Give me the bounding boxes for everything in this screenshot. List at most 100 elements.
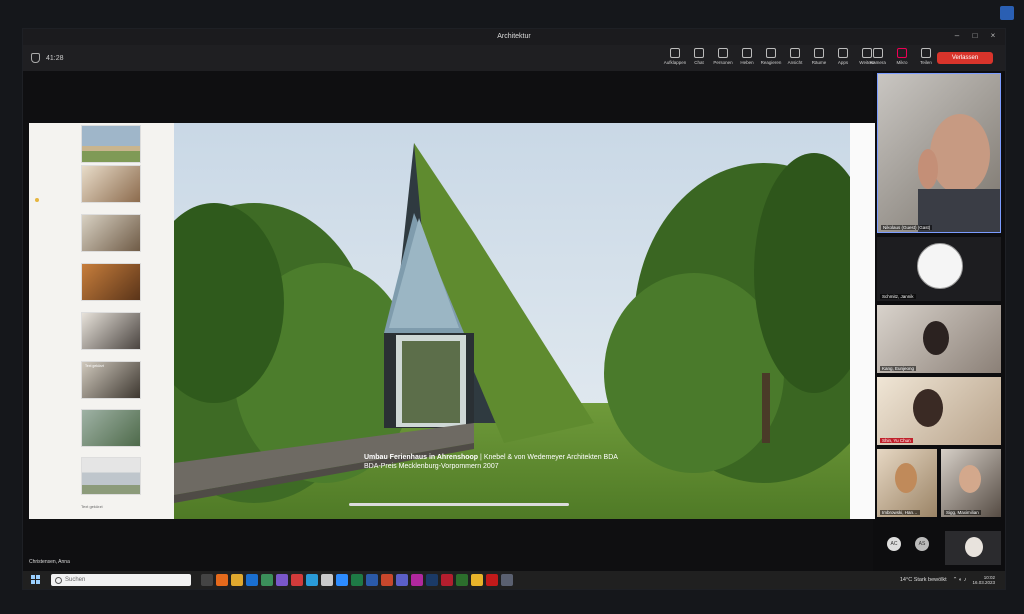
close-icon[interactable]: × (989, 32, 997, 40)
shield-icon[interactable] (31, 53, 40, 63)
slide-thumbnail[interactable] (81, 214, 141, 252)
app-icon[interactable] (306, 574, 318, 586)
slide-thumbnail[interactable] (81, 125, 141, 163)
share-icon (921, 48, 931, 58)
slide-thumbnail-panel: Text gekürzt Text gekürzt (29, 123, 179, 519)
participant-gallery: Nikolaus (Guest) (Gast) Schmitz, Jannik … (875, 71, 1005, 571)
toolbar-apps-label: Apps (837, 60, 849, 65)
participant-avatar-logo (917, 243, 963, 289)
taskbar-clock[interactable]: 10:02 16.03.2023 (972, 575, 995, 585)
monitor-corner-icon (1000, 6, 1014, 20)
windows-taskbar: Suchen 14°C Stark bewölkt ⌃ ◐ ♪ 10:02 16… (23, 571, 1005, 589)
participant-name: Shin, Yu Chun (880, 438, 913, 443)
teams-icon[interactable] (396, 574, 408, 586)
app-icon[interactable] (501, 574, 513, 586)
acrobat-icon[interactable] (486, 574, 498, 586)
caption-award: BDA-Preis Mecklenburg-Vorpommern 2007 (364, 463, 499, 470)
taskbar-apps (201, 574, 513, 586)
app-icon[interactable] (321, 574, 333, 586)
participant-name: Kang, Eunjeong (880, 366, 917, 371)
avatar[interactable]: AS (915, 537, 929, 551)
meeting-toolbar: 41:28 Aufklappen Chat Personen Heben Rea… (23, 45, 1005, 71)
toolbar-apps[interactable]: Apps (833, 48, 853, 65)
minimize-icon[interactable]: – (953, 32, 961, 40)
participant-tile[interactable]: Kang, Eunjeong (877, 305, 1001, 373)
apps-icon (838, 48, 848, 58)
slide-thumbnail[interactable]: Text gekürzt (81, 361, 141, 399)
weather-widget[interactable]: 14°C Stark bewölkt (900, 577, 947, 583)
presenter-name: Christensen, Anna (29, 559, 70, 565)
participant-tile[interactable]: Schmitz, Jannik (877, 237, 1001, 301)
participant-tile[interactable]: Shin, Yu Chun (877, 377, 1001, 445)
powerpoint-icon[interactable] (381, 574, 393, 586)
hand-icon (742, 48, 752, 58)
window-controls: – □ × (953, 32, 997, 40)
monitor-bezel: Architektur – □ × 41:28 Aufklappen Chat … (0, 0, 1024, 614)
participant-face (965, 537, 983, 557)
chrome-icon[interactable] (471, 574, 483, 586)
toolbar-view-label: Ansicht (787, 60, 803, 65)
app-icon[interactable] (411, 574, 423, 586)
participant-name: Sigg, Maximilian (944, 510, 981, 515)
app-icon[interactable] (441, 574, 453, 586)
slide-thumbnail[interactable] (81, 312, 141, 350)
rooms-icon (814, 48, 824, 58)
participant-face (913, 389, 943, 427)
participant-tile[interactable]: Sigg, Maximilian (941, 449, 1001, 517)
caption-line-1: Umbau Ferienhaus in Ahrenshoop | Knebel … (364, 453, 618, 462)
camera-label: Kamera (870, 60, 886, 65)
photoshop-icon[interactable] (426, 574, 438, 586)
toolbar-view[interactable]: Ansicht (785, 48, 805, 65)
toolbar-people-label: Personen (713, 60, 733, 65)
mic-off-icon (897, 48, 907, 58)
participant-tile[interactable] (945, 531, 1001, 565)
zoom-icon[interactable] (336, 574, 348, 586)
media-controls: Kamera Mikro Teilen (868, 48, 936, 65)
toolbar-react[interactable]: Reagieren (761, 48, 781, 65)
participant-name: Nikolaus (Guest) (Gast) (881, 225, 933, 230)
participant-tile[interactable]: Imbrowski, Han… (877, 449, 937, 517)
tray-icons[interactable]: ⌃ ◐ ♪ (953, 577, 967, 583)
slide-thumbnail[interactable] (81, 409, 141, 447)
outlook-icon[interactable] (246, 574, 258, 586)
toolbar-rooms-label: Räume (811, 60, 827, 65)
explorer-icon[interactable] (231, 574, 243, 586)
toolbar-raise-hand[interactable]: Heben (737, 48, 757, 65)
word-icon[interactable] (366, 574, 378, 586)
app-icon[interactable] (261, 574, 273, 586)
presentation-slide: Text gekürzt Text gekürzt Umbau Ferienha… (29, 123, 875, 519)
participant-face (895, 463, 917, 493)
slide-caption: Umbau Ferienhaus in Ahrenshoop | Knebel … (364, 453, 618, 471)
slide-thumbnail[interactable] (81, 165, 141, 203)
excel-icon[interactable] (351, 574, 363, 586)
mic-label: Mikro (896, 60, 908, 65)
maximize-icon[interactable]: □ (971, 32, 979, 40)
taskbar-search[interactable]: Suchen (51, 574, 191, 586)
meeting-info: 41:28 (31, 53, 64, 63)
smile-icon (766, 48, 776, 58)
camera-button[interactable]: Kamera (868, 48, 888, 65)
participant-tile-speaker[interactable]: Nikolaus (Guest) (Gast) (877, 73, 1001, 233)
caption-authors: Knebel & von Wedemeyer Architekten BDA (483, 454, 618, 461)
share-button[interactable]: Teilen (916, 48, 936, 65)
windows-start-icon[interactable] (31, 575, 40, 584)
leave-button[interactable]: Verlassen (937, 52, 993, 64)
shared-screen-stage: Text gekürzt Text gekürzt Umbau Ferienha… (23, 71, 875, 571)
slide-scroll-bar[interactable] (349, 503, 569, 506)
expand-icon (670, 48, 680, 58)
toolbar-rooms[interactable]: Räume (809, 48, 829, 65)
slide-thumbnail[interactable] (81, 457, 141, 495)
toolbar-expand[interactable]: Aufklappen (664, 48, 686, 65)
app-icon[interactable] (291, 574, 303, 586)
app-icon[interactable] (456, 574, 468, 586)
search-placeholder: Suchen (65, 577, 86, 583)
firefox-icon[interactable] (216, 574, 228, 586)
taskview-icon[interactable] (201, 574, 213, 586)
toolbar-raise-hand-label: Heben (740, 60, 754, 65)
toolbar-chat[interactable]: Chat (689, 48, 709, 65)
mic-button[interactable]: Mikro (892, 48, 912, 65)
toolbar-people[interactable]: Personen (713, 48, 733, 65)
avatar[interactable]: AC (887, 537, 901, 551)
slide-thumbnail[interactable] (81, 263, 141, 301)
app-icon[interactable] (276, 574, 288, 586)
